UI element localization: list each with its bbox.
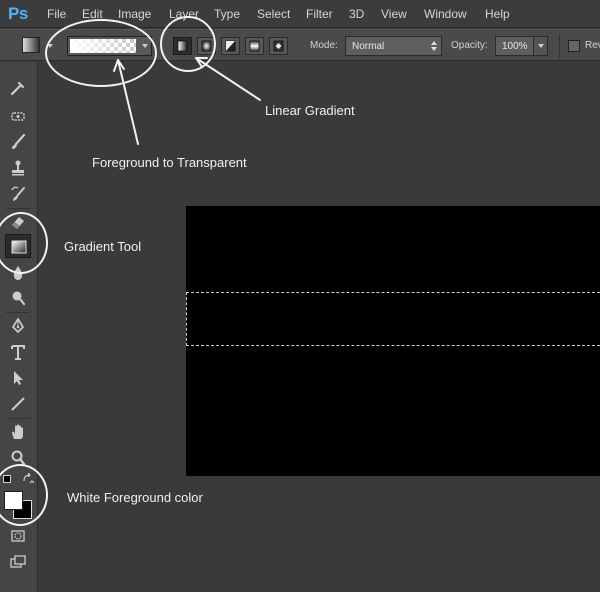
white-foreground-annotation: White Foreground color [67,490,203,505]
arrow-line [117,59,139,145]
gradient-tool-annotation: Gradient Tool [64,239,142,254]
arrow-line [195,57,261,101]
linear-gradient-annotation: Linear Gradient [265,103,355,118]
foreground-to-transparent-annotation: Foreground to Transparent [92,155,247,170]
